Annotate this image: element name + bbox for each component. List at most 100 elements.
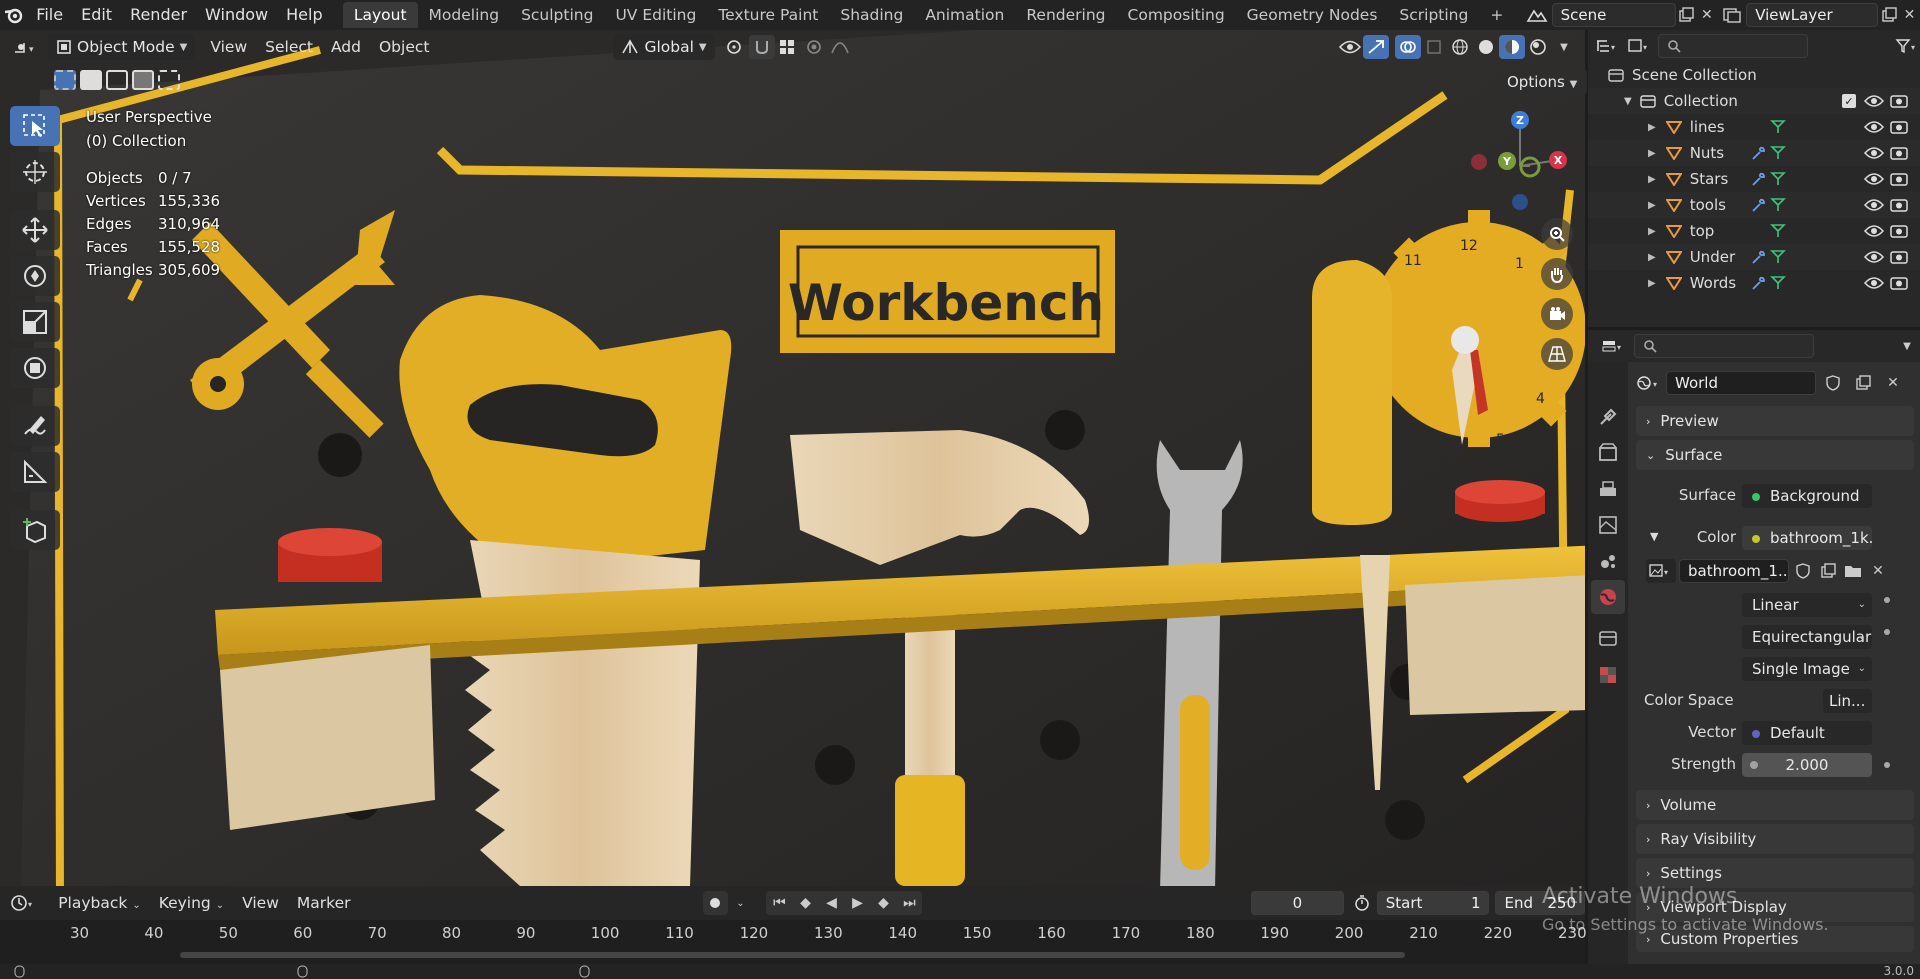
collection-tab-icon[interactable]	[1597, 627, 1619, 649]
tab-modeling[interactable]: Modeling	[418, 2, 511, 28]
duplicate-image-icon[interactable]	[1817, 559, 1839, 583]
keyframe-dot-icon[interactable]	[1884, 597, 1890, 603]
render-camera-icon[interactable]	[1890, 145, 1908, 161]
eye-icon[interactable]	[1864, 146, 1884, 160]
projection-dropdown[interactable]: Equirectangular ⌄	[1742, 625, 1872, 649]
expand-arrow-icon[interactable]: ▶	[1648, 174, 1656, 185]
display-mode-icon[interactable]: ▾	[1626, 34, 1652, 58]
jump-to-keyframe-next-icon[interactable]: ◆	[870, 891, 896, 915]
3d-viewport[interactable]: 11 12 1 4 5 6 Workbench	[0, 30, 1585, 886]
interpolation-dropdown[interactable]: Linear ⌄	[1742, 593, 1872, 617]
pivot-point-icon[interactable]	[723, 35, 749, 59]
ray-visibility-section[interactable]: › Ray Visibility	[1636, 824, 1914, 854]
render-camera-icon[interactable]	[1890, 197, 1908, 213]
eye-icon[interactable]	[1864, 276, 1884, 290]
cursor-tool[interactable]	[10, 152, 60, 192]
filter-icon[interactable]: ▾	[1894, 34, 1920, 58]
render-camera-icon[interactable]	[1890, 223, 1908, 239]
render-camera-icon[interactable]	[1890, 275, 1908, 291]
shading-solid-icon[interactable]	[1473, 35, 1499, 59]
marker-menu[interactable]: Marker	[288, 894, 360, 912]
output-tab-icon[interactable]	[1597, 478, 1619, 500]
object-mode-dropdown[interactable]: Object Mode ▼	[48, 34, 196, 60]
world-tab-icon[interactable]	[1591, 580, 1625, 614]
tab-uv-editing[interactable]: UV Editing	[604, 2, 707, 28]
tab-scripting[interactable]: Scripting	[1388, 2, 1479, 28]
snap-toggle-icon[interactable]	[748, 35, 775, 59]
delete-scene-icon[interactable]: ✕	[1696, 3, 1717, 27]
strength-input[interactable]: 2.000	[1742, 753, 1872, 777]
select-box-tool[interactable]	[10, 106, 60, 146]
tab-layout[interactable]: Layout	[342, 2, 418, 28]
select-subtract-icon[interactable]	[106, 70, 128, 90]
outliner-object-row[interactable]: ▶ Nuts	[1588, 140, 1920, 166]
editor-type-icon[interactable]: ▾	[12, 35, 38, 59]
transform-tool[interactable]	[10, 348, 60, 388]
menu-object[interactable]: Object	[370, 38, 438, 56]
annotate-tool[interactable]	[10, 406, 60, 446]
render-tab-icon[interactable]	[1597, 442, 1619, 464]
view-layer-tab-icon[interactable]	[1597, 514, 1619, 536]
menu-help[interactable]: Help	[277, 0, 331, 30]
outliner-object-row[interactable]: ▶ Words	[1588, 270, 1920, 296]
move-tool[interactable]	[10, 210, 60, 250]
expand-arrow-icon[interactable]: ▶	[1648, 200, 1656, 211]
outliner-editor-icon[interactable]: ▾	[1594, 34, 1620, 58]
collapse-arrow-icon[interactable]: ▼	[1624, 96, 1632, 107]
new-view-layer-icon[interactable]	[1878, 3, 1899, 27]
image-fake-user-icon[interactable]	[1792, 559, 1814, 583]
delete-view-layer-icon[interactable]: ✕	[1899, 3, 1920, 27]
properties-search-input[interactable]	[1634, 334, 1814, 358]
transform-orientation-dropdown[interactable]: Global ▼	[613, 34, 715, 60]
outliner-object-row[interactable]: ▶ Under	[1588, 244, 1920, 270]
properties-options-chevron-icon[interactable]: ▼	[1894, 334, 1920, 358]
tab-animation[interactable]: Animation	[914, 2, 1015, 28]
scene-selector-icon[interactable]	[1526, 3, 1548, 27]
keying-menu[interactable]: Keying ⌄	[150, 894, 233, 912]
timeline-editor-icon[interactable]: ▾	[10, 891, 36, 915]
keying-options-chevron-icon[interactable]: ⌄	[728, 891, 753, 915]
texture-tab-icon[interactable]	[1597, 664, 1619, 686]
timeline-ruler[interactable]: 30 40 50 60 70 80 90 100 110 120 130 140 150 160 170 18…	[0, 920, 1587, 964]
timeline-view-menu[interactable]: View	[233, 894, 288, 912]
outliner-object-row[interactable]: ▶ tools	[1588, 192, 1920, 218]
world-browse-icon[interactable]: ▾	[1636, 371, 1662, 395]
navigation-gizmo[interactable]: Z Y X	[1465, 108, 1575, 218]
keyframe-dot-icon[interactable]	[1884, 762, 1890, 768]
eye-icon[interactable]	[1864, 94, 1884, 108]
outliner-scene-collection[interactable]: Scene Collection	[1588, 62, 1920, 88]
preview-section[interactable]: › Preview	[1636, 406, 1914, 436]
color-input-field[interactable]: bathroom_1k....	[1742, 526, 1872, 550]
menu-window[interactable]: Window	[196, 0, 277, 30]
render-camera-icon[interactable]	[1890, 119, 1908, 135]
jump-to-keyframe-prev-icon[interactable]: ◆	[792, 891, 818, 915]
timeline-scrollbar[interactable]	[180, 952, 1405, 958]
playback-menu[interactable]: Playback ⌄	[49, 894, 150, 912]
eye-icon[interactable]	[1864, 250, 1884, 264]
source-dropdown[interactable]: Single Image ⌄	[1742, 657, 1872, 681]
expand-arrow-icon[interactable]: ▶	[1648, 252, 1656, 263]
keyframe-dot-icon[interactable]	[1884, 629, 1890, 635]
options-dropdown[interactable]: Options ▼	[1497, 69, 1588, 95]
shading-options-chevron-icon[interactable]: ▼	[1551, 35, 1577, 59]
tab-texture-paint[interactable]: Texture Paint	[707, 2, 829, 28]
jump-to-start-icon[interactable]: ⏮	[766, 891, 792, 915]
stopwatch-icon[interactable]	[1350, 891, 1375, 915]
tab-shading[interactable]: Shading	[829, 2, 914, 28]
pan-hand-icon[interactable]	[1541, 258, 1573, 290]
overlays-toggle-icon[interactable]	[1395, 35, 1421, 59]
start-frame-field[interactable]: Start 1	[1376, 891, 1490, 915]
eye-icon[interactable]	[1864, 198, 1884, 212]
jump-to-end-icon[interactable]: ⏭	[896, 891, 922, 915]
expand-arrow-icon[interactable]: ▶	[1648, 148, 1656, 159]
snap-target-icon[interactable]	[775, 35, 801, 59]
volume-section[interactable]: › Volume	[1636, 790, 1914, 820]
xray-toggle-icon[interactable]	[1421, 35, 1447, 59]
rotate-tool[interactable]	[10, 256, 60, 296]
tab-rendering[interactable]: Rendering	[1015, 2, 1116, 28]
expand-arrow-icon[interactable]: ▶	[1648, 122, 1656, 133]
view-layer-icon[interactable]	[1721, 3, 1742, 27]
render-camera-icon[interactable]	[1890, 93, 1908, 109]
image-browse-icon[interactable]: ▾	[1646, 559, 1676, 583]
view-layer-field[interactable]: ViewLayer	[1746, 3, 1879, 27]
